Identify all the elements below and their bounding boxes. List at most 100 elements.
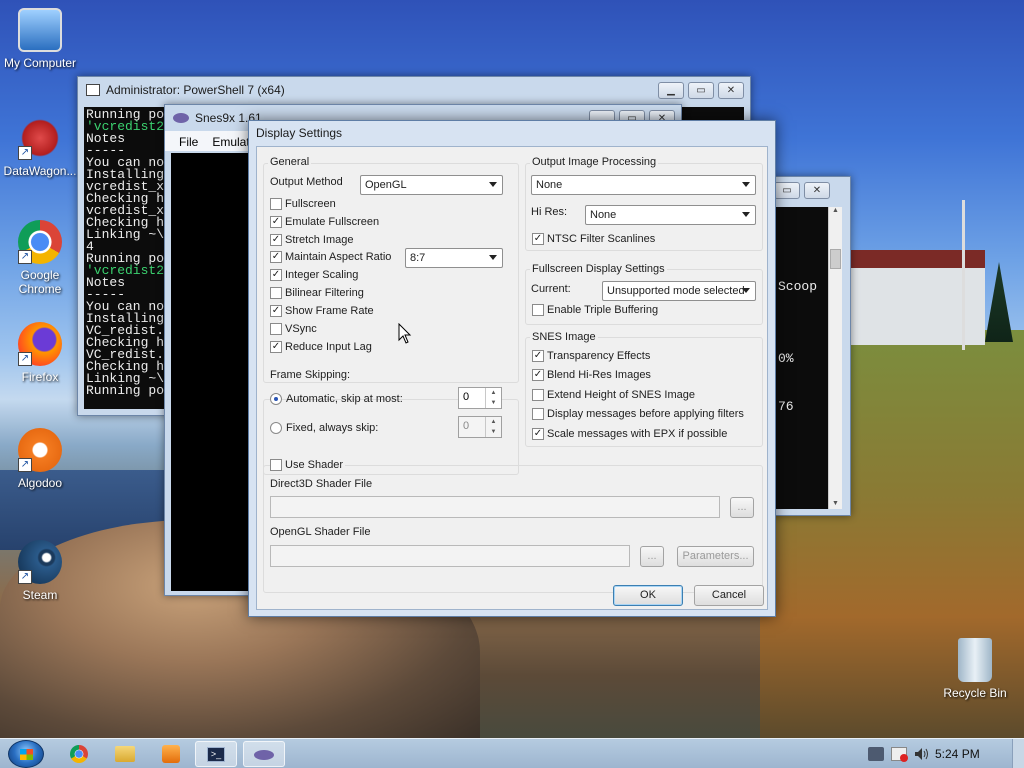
radio-indicator [270, 393, 282, 405]
taskbar-chrome[interactable] [58, 741, 100, 767]
gl-shader-input[interactable] [270, 545, 630, 567]
powershell-icon: >_ [207, 747, 225, 762]
spin-down-icon[interactable]: ▼ [486, 398, 501, 408]
action-center-icon[interactable] [891, 747, 908, 762]
triple-buffering-checkbox[interactable]: Enable Triple Buffering [532, 304, 658, 316]
scroll-thumb[interactable] [830, 249, 841, 269]
hires-select[interactable]: None [585, 205, 756, 225]
snes-image-option-checkbox[interactable]: ✓ Transparency Effects [532, 350, 650, 362]
clock[interactable]: 5:24 PM [935, 747, 980, 761]
maximize-button[interactable]: ▭ [688, 81, 714, 99]
snes-image-option-checkbox[interactable]: Extend Height of SNES Image [532, 389, 695, 401]
gl-browse-button[interactable]: ... [640, 546, 664, 567]
auto-skip-radio[interactable]: Automatic, skip at most: [270, 393, 403, 405]
dialog-titlebar[interactable]: Display Settings [249, 121, 775, 145]
gl-shader-label: OpenGL Shader File [270, 526, 371, 538]
desktop-icon-google-chrome[interactable]: ↗ Google Chrome [0, 220, 80, 296]
console-window[interactable]: ▭ ✕ Scoop 0% 76 ▲ ▼ [773, 176, 851, 516]
spin-up-icon[interactable]: ▲ [486, 417, 501, 427]
ntsc-scanlines-checkbox[interactable]: ✓ NTSC Filter Scanlines [532, 233, 655, 245]
d3d-shader-input[interactable] [270, 496, 720, 518]
taskbar-explorer[interactable] [104, 741, 146, 767]
desktop-icon-label: My Computer [3, 56, 77, 70]
desktop-icon-my-computer[interactable]: My Computer [0, 8, 80, 70]
close-button[interactable]: ✕ [804, 181, 830, 199]
general-option-checkbox[interactable]: ✓ Reduce Input Lag [270, 341, 372, 353]
maximize-button[interactable]: ▭ [774, 181, 800, 199]
output-filter-select[interactable]: None [531, 175, 756, 195]
speaker-icon[interactable] [914, 747, 930, 761]
snes-image-option-label: Transparency Effects [547, 350, 651, 362]
windows-logo-icon [20, 749, 33, 760]
taskbar-snes9x[interactable] [243, 741, 285, 767]
desktop-icon-label: DataWagon... [3, 164, 77, 178]
spin-up-icon[interactable]: ▲ [486, 388, 501, 398]
snes-image-option-label: Display messages before applying filters [547, 408, 744, 420]
desktop-icon-recycle-bin[interactable]: Recycle Bin [935, 638, 1015, 700]
desktop-icon-datawagon[interactable]: ↗ DataWagon... [0, 116, 80, 178]
scroll-up-icon[interactable]: ▲ [829, 207, 842, 219]
desktop-icon-algodoo[interactable]: ↗ Algodoo [0, 428, 80, 490]
general-option-checkbox[interactable]: VSync [270, 323, 317, 335]
general-option-checkbox[interactable]: ✓ Maintain Aspect Ratio [270, 251, 391, 263]
shortcut-arrow-icon: ↗ [18, 458, 32, 472]
auto-skip-spinner[interactable]: 0 ▲ ▼ [458, 387, 502, 409]
desktop-icon-firefox[interactable]: ↗ Firefox [0, 322, 80, 384]
scroll-down-icon[interactable]: ▼ [829, 500, 842, 507]
powershell-titlebar[interactable]: Administrator: PowerShell 7 (x64) ▁ ▭ ✕ [78, 77, 750, 103]
use-shader-label: Use Shader [285, 459, 344, 471]
general-option-checkbox[interactable]: ✓ Stretch Image [270, 234, 353, 246]
chevron-down-icon [742, 288, 750, 293]
checkbox-indicator [270, 459, 282, 471]
general-option-checkbox[interactable]: ✓ Show Frame Rate [270, 305, 374, 317]
chrome-icon: ↗ [18, 220, 62, 264]
show-desktop-button[interactable] [1012, 739, 1024, 768]
taskbar-media-player[interactable] [150, 741, 192, 767]
d3d-browse-button[interactable]: ... [730, 497, 754, 518]
console-titlebar[interactable]: ▭ ✕ [774, 177, 850, 203]
aspect-ratio-select[interactable]: 8:7 [405, 248, 503, 268]
snes-image-option-checkbox[interactable]: ✓ Blend Hi-Res Images [532, 369, 651, 381]
general-option-label: Maintain Aspect Ratio [285, 251, 392, 263]
spin-down-icon[interactable]: ▼ [486, 427, 501, 437]
checkbox-indicator [532, 304, 544, 316]
taskbar-powershell[interactable]: >_ [195, 741, 237, 767]
use-shader-checkbox[interactable]: Use Shader [270, 459, 346, 471]
shortcut-arrow-icon: ↗ [18, 146, 32, 160]
menu-emulation[interactable]: Emulat [212, 135, 249, 151]
general-option-checkbox[interactable]: ✓ Integer Scaling [270, 269, 358, 281]
background-tree [985, 262, 1013, 342]
shader-parameters-button[interactable]: Parameters... [677, 546, 754, 567]
general-option-label: VSync [285, 323, 317, 335]
output-method-select[interactable]: OpenGL [360, 175, 503, 195]
snes-image-option-checkbox[interactable]: Display messages before applying filters [532, 408, 744, 420]
checkbox-indicator: ✓ [270, 305, 282, 317]
network-icon[interactable] [868, 747, 884, 761]
checkbox-indicator: ✓ [270, 341, 282, 353]
display-settings-dialog[interactable]: Display Settings General Output Method O… [248, 120, 776, 617]
checkbox-indicator: ✓ [270, 251, 282, 263]
shortcut-arrow-icon: ↗ [18, 570, 32, 584]
snes-image-option-checkbox[interactable]: ✓ Scale messages with EPX if possible [532, 428, 727, 440]
general-option-checkbox[interactable]: Bilinear Filtering [270, 287, 364, 299]
general-option-label: Fullscreen [285, 198, 336, 210]
scrollbar[interactable]: ▲ ▼ [828, 207, 842, 509]
snes-image-option-label: Blend Hi-Res Images [547, 369, 651, 381]
fullscreen-mode-select[interactable]: Unsupported mode selected [602, 281, 756, 301]
general-option-checkbox[interactable]: ✓ Emulate Fullscreen [270, 216, 379, 228]
minimize-button[interactable]: ▁ [658, 81, 684, 99]
fixed-skip-spinner[interactable]: 0 ▲ ▼ [458, 416, 502, 438]
cancel-button[interactable]: Cancel [694, 585, 764, 606]
fullscreen-settings-label: Fullscreen Display Settings [530, 263, 667, 275]
snes9x-icon [173, 113, 189, 123]
fixed-skip-radio[interactable]: Fixed, always skip: [270, 422, 378, 434]
menu-file[interactable]: File [179, 135, 198, 151]
ok-button[interactable]: OK [613, 585, 683, 606]
general-option-checkbox[interactable]: Fullscreen [270, 198, 336, 210]
close-button[interactable]: ✕ [718, 81, 744, 99]
desktop-icon-steam[interactable]: ↗ Steam [0, 540, 80, 602]
start-button[interactable] [8, 740, 44, 768]
console-output[interactable]: Scoop 0% 76 [776, 207, 828, 509]
